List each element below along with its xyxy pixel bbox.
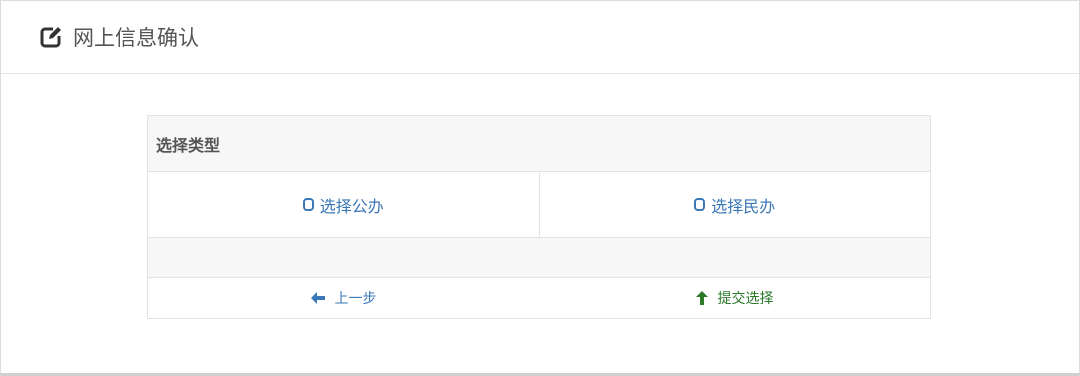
edit-icon (39, 25, 63, 49)
option-public[interactable]: 选择公办 (148, 172, 539, 237)
page-title: 网上信息确认 (73, 26, 199, 50)
submit-label: 提交选择 (717, 291, 774, 307)
panel-header: 网上信息确认 (1, 1, 1079, 74)
submit-button[interactable]: 提交选择 (539, 278, 930, 318)
option-private[interactable]: 选择民办 (538, 172, 931, 237)
info-confirm-panel: 网上信息确认 选择类型 选择公办 选择民办 上一步 提交选择 (0, 0, 1080, 376)
options-row: 选择公办 选择民办 (148, 172, 930, 238)
section-title: 选择类型 (156, 135, 221, 155)
section-header: 选择类型 (148, 116, 930, 172)
radio-unchecked-icon[interactable] (302, 198, 314, 211)
empty-row (148, 238, 930, 278)
back-label: 上一步 (334, 291, 377, 307)
option-public-label: 选择公办 (319, 196, 384, 216)
arrow-left-icon (310, 292, 325, 304)
type-selection-table: 选择类型 选择公办 选择民办 上一步 提交选择 (147, 115, 931, 319)
radio-unchecked-icon[interactable] (694, 198, 706, 211)
option-private-label: 选择民办 (711, 196, 776, 216)
arrow-up-icon (695, 291, 708, 305)
back-button[interactable]: 上一步 (148, 278, 539, 318)
actions-row: 上一步 提交选择 (148, 278, 930, 318)
